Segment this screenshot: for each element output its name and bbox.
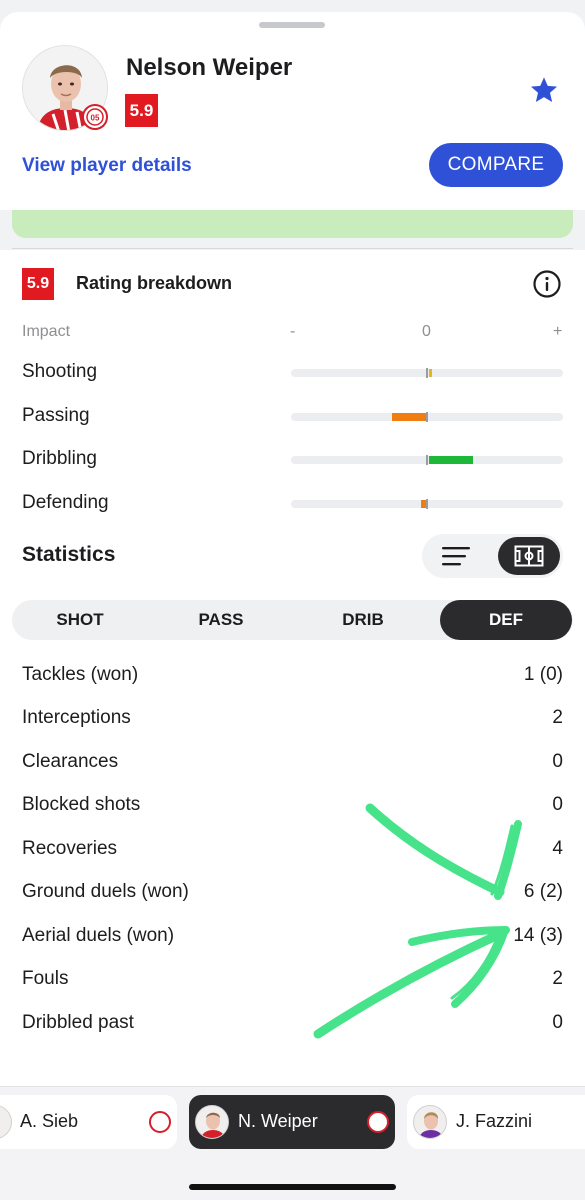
stat-row: Tackles (won) 1 (0): [22, 664, 563, 690]
compare-button[interactable]: COMPARE: [429, 143, 563, 187]
rating-category-row: Passing: [22, 402, 563, 432]
player-avatar: [413, 1105, 447, 1139]
impact-bar-fill: [392, 413, 426, 421]
stat-value: 0: [552, 794, 563, 815]
player-switch-chip[interactable]: A. Sieb: [0, 1095, 177, 1149]
stat-label: Dribbled past: [22, 1012, 134, 1033]
stat-value: 1 (0): [523, 664, 563, 685]
pitch-view-icon[interactable]: [498, 537, 560, 575]
tab-def[interactable]: DEF: [440, 600, 572, 640]
stat-label: Aerial duels (won): [22, 925, 175, 946]
favorite-star-icon[interactable]: [528, 74, 560, 106]
rating-category-row: Defending: [22, 489, 563, 519]
tab-drib[interactable]: DRIB: [297, 600, 429, 640]
home-indicator: [189, 1184, 396, 1190]
impact-plus-label: +: [553, 323, 563, 340]
impact-bar-fill: [429, 456, 473, 464]
stat-label: Clearances: [22, 751, 119, 772]
drag-handle[interactable]: [259, 22, 325, 28]
stat-label: Recoveries: [22, 838, 118, 859]
stat-row: Clearances 0: [22, 751, 563, 777]
view-player-details-link[interactable]: View player details: [22, 155, 192, 177]
stat-category-tabs: SHOT PASS DRIB DEF: [12, 600, 573, 640]
rating-category-label: Defending: [22, 492, 109, 513]
stat-row: Fouls 2: [22, 968, 563, 994]
stat-label: Fouls: [22, 968, 69, 989]
rating-breakdown-title: Rating breakdown: [76, 273, 233, 293]
impact-bar-track: [291, 455, 563, 465]
impact-bar-fill: [429, 369, 432, 377]
view-toggle: [422, 534, 563, 578]
section-divider: [12, 248, 573, 249]
impact-bar-track: [291, 499, 563, 509]
impact-zero-marker: [426, 368, 428, 378]
stat-value: 4: [552, 838, 563, 859]
stat-label: Interceptions: [22, 707, 131, 728]
player-switch-name: J. Fazzini: [456, 1111, 533, 1131]
player-header-card: 05 Nelson Weiper 5.9 View player details…: [0, 12, 585, 210]
stat-value: 2: [552, 707, 563, 728]
rating-category-label: Dribbling: [22, 448, 97, 469]
player-switch-name: A. Sieb: [20, 1111, 79, 1131]
rating-category-row: Shooting: [22, 358, 563, 388]
player-switch-chip-active[interactable]: N. Weiper: [189, 1095, 395, 1149]
player-switcher-bar: A. Sieb N. Weiper J. Fazzini: [0, 1086, 585, 1200]
player-switch-name: N. Weiper: [238, 1111, 318, 1131]
svg-text:05: 05: [91, 114, 100, 123]
stat-row: Recoveries 4: [22, 838, 563, 864]
stat-row: Aerial duels (won) 14 (3): [22, 925, 563, 951]
player-rating-badge: 5.9: [125, 94, 158, 127]
impact-bar-track: [291, 412, 563, 422]
impact-zero-marker: [426, 499, 428, 509]
tab-shot[interactable]: SHOT: [14, 600, 146, 640]
rating-category-row: Dribbling: [22, 445, 563, 475]
rating-category-label: Shooting: [22, 361, 98, 382]
stat-label: Blocked shots: [22, 794, 141, 815]
club-crest-icon: 05: [82, 104, 108, 130]
list-view-icon[interactable]: [430, 538, 482, 574]
tab-pass[interactable]: PASS: [155, 600, 287, 640]
rating-category-label: Passing: [22, 405, 90, 426]
stat-label: Tackles (won): [22, 664, 139, 685]
player-avatar: [0, 1105, 12, 1139]
impact-minus-label: -: [290, 323, 296, 340]
stat-label: Ground duels (won): [22, 881, 189, 902]
player-switch-chip[interactable]: J. Fazzini: [407, 1095, 585, 1149]
stat-value: 6 (2): [523, 881, 563, 902]
stat-row: Interceptions 2: [22, 707, 563, 733]
club-crest-icon: [367, 1111, 389, 1133]
player-avatar: [195, 1105, 229, 1139]
impact-label: Impact: [22, 323, 71, 340]
stat-value: 2: [552, 968, 563, 989]
impact-zero-label: 0: [422, 323, 431, 340]
impact-zero-marker: [426, 412, 428, 422]
impact-zero-marker: [426, 455, 428, 465]
player-name: Nelson Weiper: [126, 54, 293, 81]
stat-value: 0: [552, 1012, 563, 1033]
stat-value: 14 (3): [513, 925, 563, 946]
club-crest-icon: [149, 1111, 171, 1133]
stat-value: 0: [552, 751, 563, 772]
stat-row: Dribbled past 0: [22, 1012, 563, 1038]
stat-row: Blocked shots 0: [22, 794, 563, 820]
info-icon[interactable]: [531, 268, 563, 300]
statistics-title: Statistics: [22, 543, 116, 566]
impact-bar-track: [291, 368, 563, 378]
stat-row: Ground duels (won) 6 (2): [22, 881, 563, 907]
rating-breakdown-badge: 5.9: [22, 268, 54, 300]
